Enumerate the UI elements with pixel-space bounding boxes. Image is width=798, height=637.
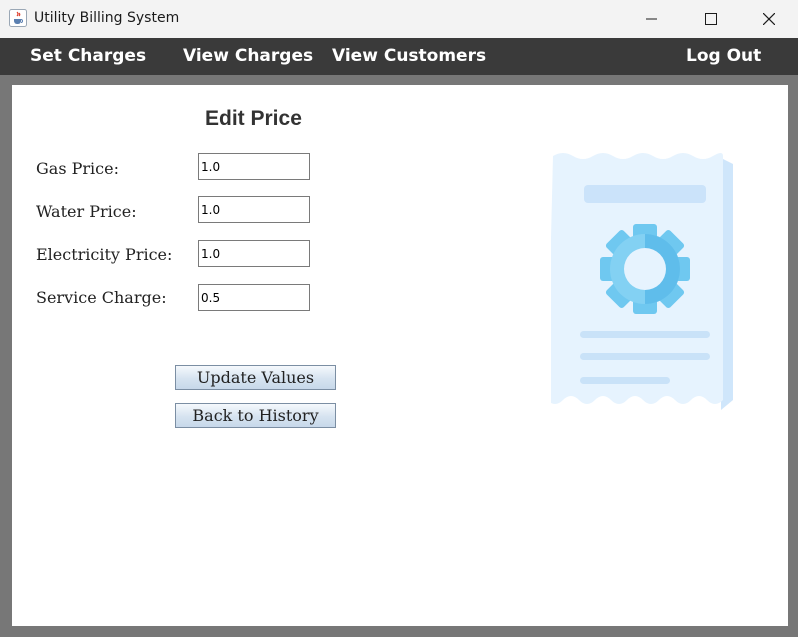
update-values-button[interactable]: Update Values [175, 365, 336, 390]
edit-price-panel: Edit Price Gas Price: Water Price: Elect… [12, 85, 788, 626]
gas-price-label: Gas Price: [36, 159, 119, 178]
window-title: Utility Billing System [34, 10, 180, 26]
menu-view-charges[interactable]: View Charges [183, 38, 313, 75]
electricity-price-field[interactable] [198, 240, 310, 267]
title-bar: Utility Billing System [0, 0, 798, 38]
water-price-label: Water Price: [36, 202, 137, 221]
receipt-gear-icon [551, 153, 733, 410]
service-charge-field[interactable] [198, 284, 310, 311]
app-window: Utility Billing System Set Charges View … [0, 0, 798, 637]
water-price-field[interactable] [198, 196, 310, 223]
menu-set-charges[interactable]: Set Charges [30, 38, 146, 75]
menu-view-customers[interactable]: View Customers [332, 38, 486, 75]
maximize-icon [705, 13, 717, 25]
minimize-icon [646, 18, 657, 20]
minimize-button[interactable] [623, 0, 681, 38]
close-icon [763, 13, 775, 25]
close-button[interactable] [740, 0, 798, 38]
service-charge-label: Service Charge: [36, 288, 167, 307]
maximize-button[interactable] [682, 0, 740, 38]
gas-price-field[interactable] [198, 153, 310, 180]
back-to-history-button[interactable]: Back to History [175, 403, 336, 428]
menu-log-out[interactable]: Log Out [686, 38, 761, 75]
electricity-price-label: Electricity Price: [36, 245, 173, 264]
menu-bar: Set Charges View Charges View Customers … [0, 38, 798, 75]
java-cup-icon [9, 9, 27, 27]
page-title: Edit Price [205, 107, 302, 130]
